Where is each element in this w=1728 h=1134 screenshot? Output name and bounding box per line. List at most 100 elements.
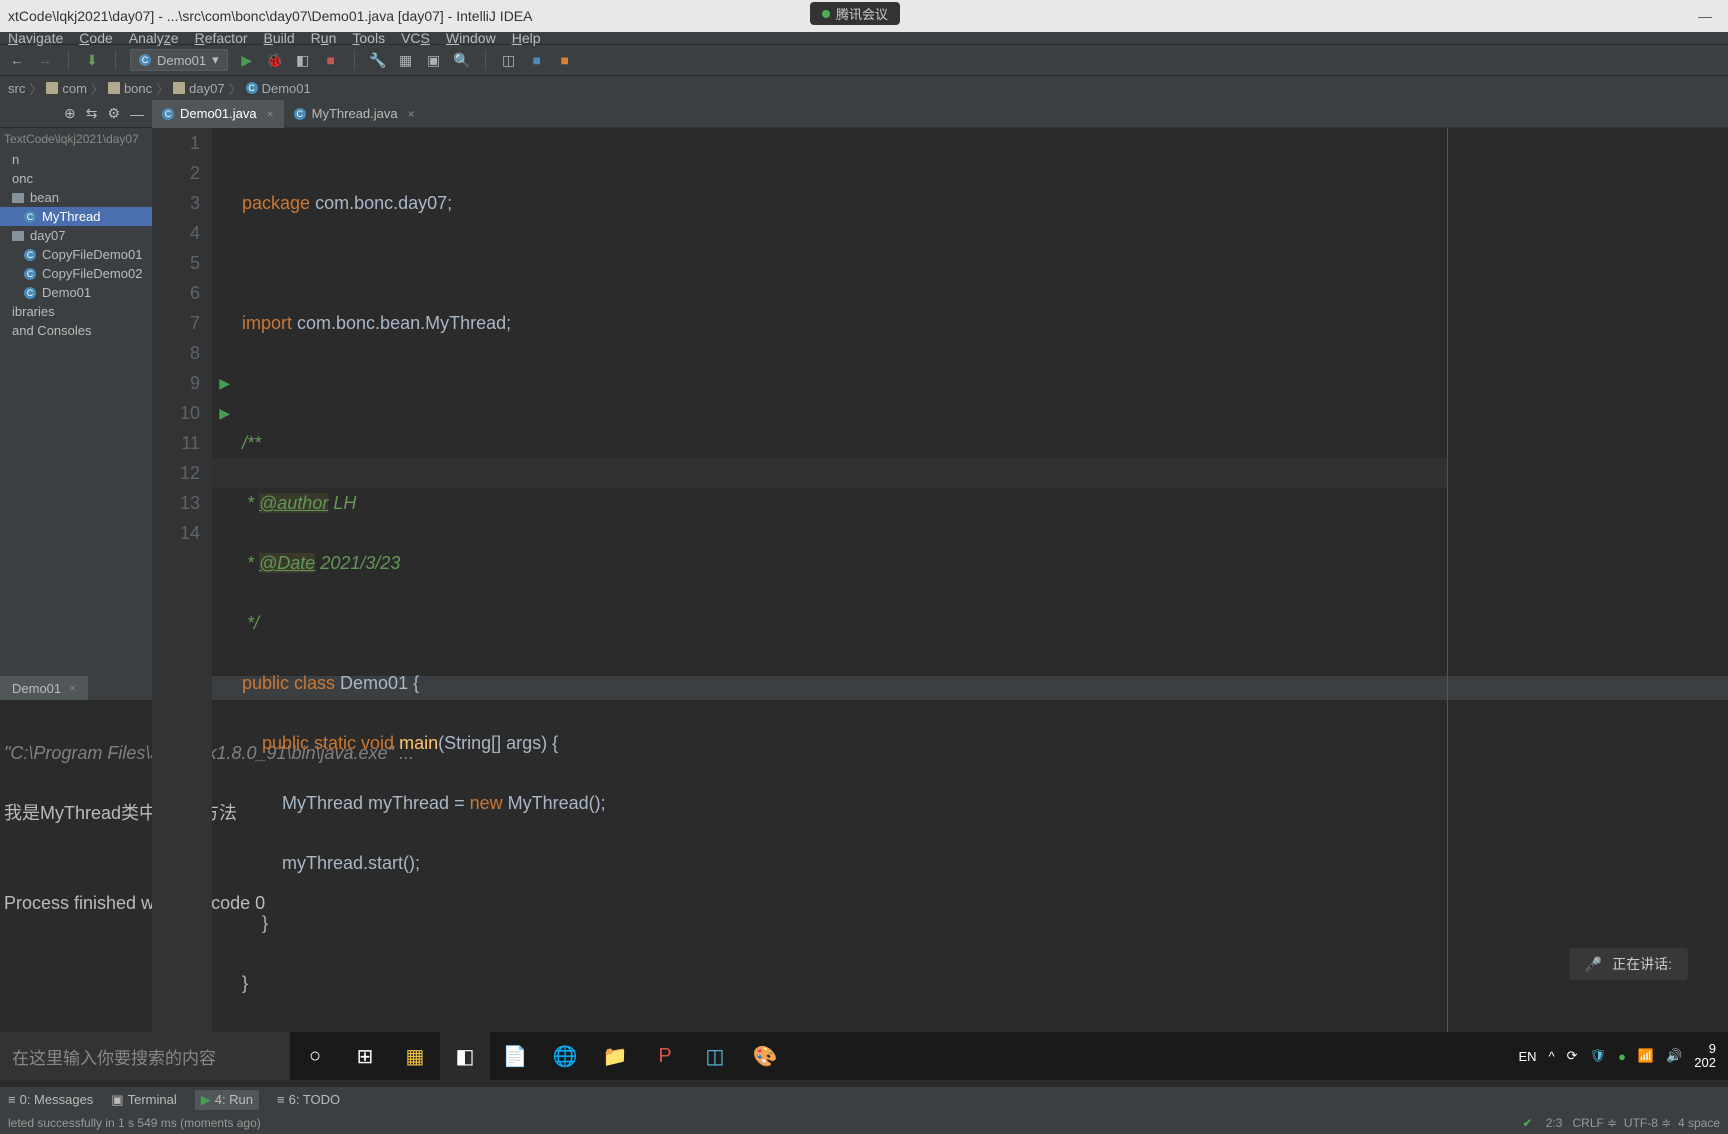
run-config-selector[interactable]: C Demo01 ▾ — [130, 49, 228, 71]
taskbar-search[interactable]: 在这里输入你要搜索的内容 — [0, 1032, 290, 1080]
system-tray[interactable]: EN ^ ⟳ 🛡 ● 📶 🔊 9 202 — [1506, 1042, 1728, 1070]
class-icon: C — [246, 82, 258, 94]
profiler-icon[interactable]: ▦ — [397, 51, 415, 69]
debug-icon[interactable]: 🐞 — [266, 51, 284, 69]
menu-window[interactable]: Window — [446, 30, 496, 46]
menu-tools[interactable]: Tools — [352, 30, 385, 46]
line-gutter[interactable]: 1234567891011121314 ▶ ▶ — [152, 128, 212, 1058]
cortana-icon[interactable]: ○ — [290, 1032, 340, 1080]
tab-mythread[interactable]: C MyThread.java × — [284, 100, 425, 128]
minimize-button[interactable]: — — [1690, 8, 1720, 24]
tab-messages[interactable]: ≡ 0: Messages — [8, 1092, 93, 1107]
code-editor[interactable]: 1234567891011121314 ▶ ▶ package com.bonc… — [152, 128, 1728, 1058]
tree-item-libraries[interactable]: ibraries — [0, 302, 152, 321]
stop-icon[interactable]: ■ — [322, 51, 340, 69]
run-tab-demo01[interactable]: Demo01 × — [0, 676, 88, 700]
close-icon[interactable]: × — [69, 681, 76, 695]
hide-icon[interactable]: — — [130, 106, 144, 122]
explorer-icon[interactable]: 📁 — [590, 1032, 640, 1080]
search-icon[interactable]: 🔍 — [453, 51, 471, 69]
tree-item-cf1[interactable]: CCopyFileDemo01 — [0, 245, 152, 264]
code-content[interactable]: package com.bonc.day07; import com.bonc.… — [212, 128, 1448, 1058]
tab-run[interactable]: ▶ 4: Run — [195, 1090, 259, 1110]
taskview-icon[interactable]: ⊞ — [340, 1032, 390, 1080]
clock[interactable]: 9 202 — [1694, 1042, 1716, 1070]
close-icon[interactable]: × — [267, 107, 274, 121]
microphone-icon[interactable]: 🎤 — [1585, 956, 1602, 973]
folder-icon — [12, 231, 24, 241]
gear-icon[interactable]: ⚙ — [107, 105, 120, 122]
notepad-icon[interactable]: 📄 — [490, 1032, 540, 1080]
meeting-badge[interactable]: 腾讯会议 — [810, 2, 900, 25]
tree-item-day07[interactable]: day07 — [0, 226, 152, 245]
breadcrumb-com[interactable]: com — [46, 81, 87, 96]
paint-icon[interactable]: 🎨 — [740, 1032, 790, 1080]
tree-item-mythread[interactable]: CMyThread — [0, 207, 152, 226]
intellij-icon[interactable]: ◧ — [440, 1032, 490, 1080]
menu-navigate[interactable]: Navigate — [8, 30, 63, 46]
powerpoint-icon[interactable]: P — [640, 1032, 690, 1080]
tree-item-cf2[interactable]: CCopyFileDemo02 — [0, 264, 152, 283]
windows-taskbar[interactable]: 在这里输入你要搜索的内容 ○ ⊞ ▦ ◧ 📄 🌐 📁 P ◫ 🎨 EN ^ ⟳ … — [0, 1032, 1728, 1080]
app-icon-2[interactable]: ◫ — [690, 1032, 740, 1080]
extra-icon-3[interactable]: ■ — [556, 51, 574, 69]
wifi-icon[interactable]: 📶 — [1638, 1048, 1654, 1064]
menu-vcs[interactable]: VCS — [401, 30, 430, 46]
tree-item-consoles[interactable]: and Consoles — [0, 321, 152, 340]
breadcrumb-day07[interactable]: day07 — [173, 81, 224, 96]
wrench-icon[interactable]: 🔧 — [369, 51, 387, 69]
chevron-right-icon: 〉 — [91, 79, 104, 98]
sync-icon[interactable]: ⟳ — [1567, 1048, 1578, 1064]
back-icon[interactable]: ← — [8, 51, 26, 69]
extra-icon-1[interactable]: ◫ — [500, 51, 518, 69]
app-icon-1[interactable]: ▦ — [390, 1032, 440, 1080]
build-icon[interactable]: ⬇ — [83, 51, 101, 69]
forward-icon[interactable]: → — [36, 51, 54, 69]
dropdown-icon: ▾ — [212, 52, 219, 68]
ime-indicator[interactable]: EN — [1518, 1049, 1536, 1064]
coverage-icon[interactable]: ◧ — [294, 51, 312, 69]
menu-refactor[interactable]: Refactor — [195, 30, 248, 46]
extra-icon-2[interactable]: ■ — [528, 51, 546, 69]
status-ok-icon[interactable]: ✔ — [1522, 1116, 1532, 1130]
tree-item-root[interactable]: n — [0, 150, 152, 169]
chrome-icon[interactable]: 🌐 — [540, 1032, 590, 1080]
toolbar-separator — [485, 50, 486, 70]
menu-code[interactable]: Code — [79, 30, 112, 46]
line-separator[interactable]: CRLF — [1573, 1116, 1604, 1130]
volume-icon[interactable]: 🔊 — [1666, 1048, 1682, 1064]
menu-help[interactable]: Help — [512, 30, 541, 46]
main-toolbar: ← → ⬇ C Demo01 ▾ ▶ 🐞 ◧ ■ 🔧 ▦ ▣ 🔍 ◫ ■ ■ — [0, 44, 1728, 76]
target-icon[interactable]: ⊕ — [64, 105, 76, 122]
tab-terminal[interactable]: ▣ Terminal — [111, 1092, 176, 1108]
run-icon[interactable]: ▶ — [238, 51, 256, 69]
caret-position[interactable]: 2:3 — [1546, 1116, 1563, 1130]
menu-analyze[interactable]: Analyze — [129, 30, 179, 46]
indent-setting[interactable]: 4 space — [1678, 1116, 1720, 1130]
tree-item-bean[interactable]: bean — [0, 188, 152, 207]
close-icon[interactable]: × — [408, 107, 415, 121]
class-icon: C — [24, 249, 36, 261]
breadcrumb-bonc[interactable]: bonc — [108, 81, 152, 96]
shield-icon[interactable]: 🛡 — [1590, 1048, 1607, 1064]
class-icon: C — [24, 287, 36, 299]
expand-icon[interactable]: ⇆ — [86, 105, 98, 122]
editor-tabs: C Demo01.java × C MyThread.java × — [152, 100, 1728, 128]
file-encoding[interactable]: UTF-8 — [1624, 1116, 1658, 1130]
menu-run[interactable]: Run — [311, 30, 337, 46]
status-dot-icon — [822, 10, 830, 18]
project-tree[interactable]: n onc bean CMyThread day07 CCopyFileDemo… — [0, 150, 152, 676]
tab-todo[interactable]: ≡ 6: TODO — [277, 1092, 340, 1107]
wechat-icon[interactable]: ● — [1618, 1049, 1626, 1064]
breadcrumb-demo01[interactable]: CDemo01 — [246, 81, 311, 96]
structure-icon[interactable]: ▣ — [425, 51, 443, 69]
class-icon: C — [294, 108, 306, 120]
tree-item-demo01[interactable]: CDemo01 — [0, 283, 152, 302]
tab-label: MyThread.java — [312, 106, 398, 121]
project-sidebar: ⊕ ⇆ ⚙ — TextCode\lqkj2021\day07 n onc be… — [0, 100, 152, 676]
tray-up-icon[interactable]: ^ — [1549, 1049, 1555, 1064]
tab-demo01[interactable]: C Demo01.java × — [152, 100, 284, 128]
tree-item-pkg[interactable]: onc — [0, 169, 152, 188]
breadcrumb-src[interactable]: src — [8, 81, 25, 96]
menu-build[interactable]: Build — [264, 30, 295, 46]
